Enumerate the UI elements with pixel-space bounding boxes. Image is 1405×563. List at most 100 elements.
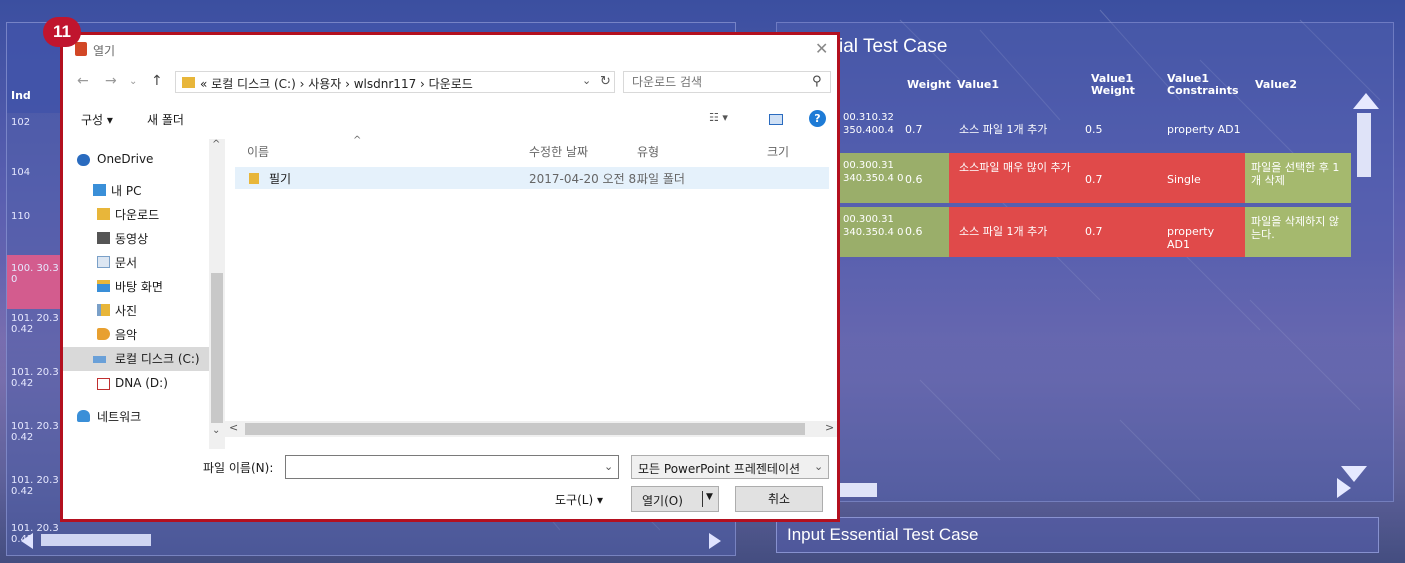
dialog-titlebar: 열기 ✕ [63,35,837,63]
cell-value1-constraints: Single [1167,173,1201,186]
left-row[interactable]: 102 [7,113,67,149]
nav-scroll-thumb[interactable] [211,273,223,423]
table-row[interactable]: 00.300.31 340.350.4 0 0.6 소스파일 매우 많이 추가 … [777,153,1357,203]
nav-item-network[interactable]: 네트워크 [63,405,209,429]
file-type: 파일 폴더 [637,172,685,186]
nav-item-videos[interactable]: 동영상 [63,227,209,251]
cell-value2: 파일을 선택한 후 1개 삭제 [1245,153,1351,203]
left-index-column: Ind 102 104 110 100. 30.3 0 101. 20.3 0.… [7,83,67,559]
nav-pane-scrollbar[interactable]: ^ ⌄ [209,139,225,449]
forward-arrow-icon[interactable]: → [105,73,117,89]
cell-value1-weight: 0.7 [1085,173,1103,186]
nav-item-dna-drive[interactable]: DNA (D:) [63,373,209,397]
left-row[interactable]: 101. 20.3 0.42 [7,417,67,471]
right-panel-title: ial Test Case [839,36,948,57]
address-bar[interactable]: « 로컬 디스크 (C:) › 사용자 › wlsdnr117 › 다운로드 ⌄… [175,71,615,93]
nav-item-desktop[interactable]: 바탕 화면 [63,275,209,299]
address-path[interactable]: « 로컬 디스크 (C:) › 사용자 › wlsdnr117 › 다운로드 [200,75,473,92]
cancel-button[interactable]: 취소 [735,486,823,512]
column-size[interactable]: 크기 [767,143,789,160]
close-icon[interactable]: ✕ [815,39,828,58]
scroll-right-arrow-icon[interactable] [1337,478,1351,498]
input-essential-test-case-bar[interactable]: Input Essential Test Case [776,517,1379,553]
scroll-right-arrow-icon[interactable] [709,533,721,549]
nav-item-music[interactable]: 음악 [63,323,209,347]
col-weight: Weight [907,78,951,91]
nav-item-local-disk[interactable]: 로컬 디스크 (C:) [63,347,209,371]
download-folder-icon [97,208,110,220]
left-row[interactable]: 104 [7,149,67,199]
nav-item-pictures[interactable]: 사진 [63,299,209,323]
view-options-icon[interactable]: ☷ ▾ [709,111,728,124]
chevron-down-icon[interactable]: ⌄ [582,74,591,87]
file-hscroll-thumb[interactable] [245,423,805,435]
scroll-up-arrow-icon[interactable]: ^ [212,139,220,150]
left-row-highlighted[interactable]: 100. 30.3 0 [7,255,67,309]
table-row[interactable]: 00.310.32 350.400.4 0.7 소스 파일 1개 추가 0.5 … [777,103,1357,153]
column-modified[interactable]: 수정한 날짜 [529,143,588,160]
table-row[interactable]: 00.300.31 340.350.4 0 0.6 소스 파일 1개 추가 0.… [777,207,1357,257]
col-value1: Value1 [957,78,1000,91]
nav-item-onedrive[interactable]: OneDrive [63,149,209,173]
document-folder-icon [97,256,110,268]
usb-drive-icon [97,378,110,390]
cell-weight: 0.6 [905,225,923,238]
scroll-up-arrow-icon[interactable] [1353,93,1379,109]
left-scroll-thumb[interactable] [41,534,151,546]
filename-input[interactable] [286,456,596,478]
organize-button[interactable]: 구성 ▾ [81,111,113,128]
scroll-down-arrow-icon[interactable]: ⌄ [212,425,220,436]
search-icon[interactable]: ⚲ [812,74,822,89]
pc-icon [93,184,106,196]
picture-folder-icon [97,304,110,316]
scroll-left-arrow-icon[interactable] [21,533,33,549]
file-list-hscrollbar[interactable]: < > [225,421,837,437]
chevron-down-icon[interactable]: ⌄ [814,460,823,473]
nav-item-this-pc[interactable]: 내 PC [63,179,209,203]
video-folder-icon [97,232,110,244]
column-name[interactable]: 이름 [247,143,269,160]
up-arrow-icon[interactable]: ↑ [151,73,163,89]
nav-item-downloads[interactable]: 다운로드 [63,203,209,227]
left-row[interactable]: 101. 20.3 0.42 [7,471,67,519]
chevron-down-icon[interactable]: ⌄ [604,460,613,473]
search-box[interactable]: ⚲ [623,71,831,93]
right-vscroll-thumb[interactable] [1357,113,1371,177]
nav-item-documents[interactable]: 문서 [63,251,209,275]
search-input[interactable] [624,72,804,92]
open-button[interactable]: 열기(O) ▼ [631,486,719,512]
right-hscroll-thumb[interactable] [837,483,877,497]
open-button-label: 열기(O) [642,494,683,508]
help-icon[interactable]: ? [809,110,826,127]
scroll-right-arrow-icon[interactable]: > [825,421,834,434]
button-divider [702,491,703,507]
new-folder-button[interactable]: 새 폴더 [147,111,184,128]
right-panel: ial Test Case Weight Value1 Value1 Weigh… [776,22,1394,502]
back-arrow-icon[interactable]: ← [77,73,89,89]
cell-value1-text: 소스 파일 1개 추가 [959,225,1048,238]
scroll-left-arrow-icon[interactable]: < [229,421,238,434]
preview-pane-icon[interactable] [769,114,783,125]
open-file-dialog: 열기 ✕ ← → ⌄ ↑ « 로컬 디스크 (C:) › 사용자 › wlsdn… [60,32,840,522]
folder-icon [249,173,259,184]
cell-weight: 0.7 [905,123,923,136]
refresh-icon[interactable]: ↻ [600,74,611,89]
cell-value1-weight: 0.7 [1085,225,1103,238]
left-row[interactable]: 101. 20.3 0.42 [7,309,67,363]
col-value1-constraints: Value1 Constraints [1167,72,1239,97]
left-row[interactable]: 101. 20.3 0.42 [7,363,67,417]
file-name: 필기 [269,172,292,186]
filename-label: 파일 이름(N): [203,461,274,475]
left-row[interactable]: 110 [7,199,67,255]
filename-combobox[interactable]: ⌄ [285,455,619,479]
recent-dropdown-icon[interactable]: ⌄ [129,76,137,87]
desktop-folder-icon [97,280,110,292]
chevron-down-icon[interactable]: ▼ [706,492,713,502]
col-value2: Value2 [1255,78,1298,91]
column-type[interactable]: 유형 [637,143,659,160]
dialog-toolbar: 구성 ▾ 새 폴더 ☷ ▾ ? [63,107,837,131]
filetype-select[interactable]: 모든 PowerPoint 프레젠테이션 ⌄ [631,455,829,479]
left-horizontal-scrollbar[interactable] [21,533,737,549]
file-row[interactable]: 필기 2017-04-20 오전 8... 파일 폴더 [235,167,829,189]
tools-button[interactable]: 도구(L) ▾ [555,491,603,508]
